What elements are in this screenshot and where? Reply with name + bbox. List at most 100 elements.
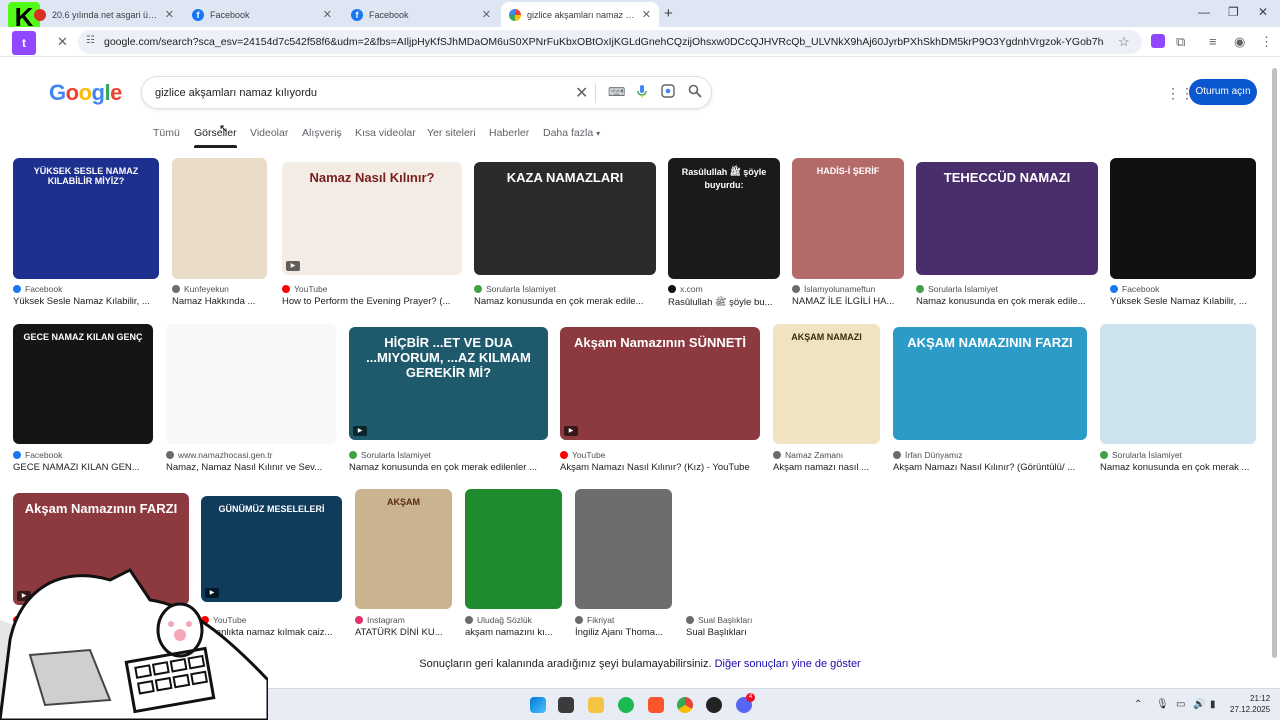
result-thumbnail[interactable]: HADİS-İ ŞERİF [792,158,904,279]
result-thumbnail[interactable]: AKŞAM NAMAZI [773,324,880,444]
result-source[interactable]: Kunfeyekun [172,284,229,294]
new-tab-button[interactable]: + [664,5,673,22]
result-source[interactable]: YouTube [560,450,605,460]
microphone-icon[interactable] [636,84,648,101]
result-thumbnail[interactable] [172,158,267,279]
result-source[interactable]: YouTube [282,284,327,294]
result-caption[interactable]: Rasûlullah ﷺ şöyle bu... [668,296,772,310]
result-caption[interactable]: Namaz konusunda en çok merak edile... [474,296,644,307]
result-caption[interactable]: NAMAZ İLE İLGİLİ HA... [792,296,894,307]
result-thumbnail[interactable] [465,489,562,609]
result-source[interactable]: Namaz Zamanı [773,450,843,460]
chrome-icon[interactable] [677,697,693,713]
tab-videos[interactable]: Videolar [250,127,288,139]
result-thumbnail[interactable]: Namaz Nasıl Kılınır? ▶ [282,162,462,275]
result-source[interactable]: Facebook [13,284,62,294]
result-source[interactable]: Instagram [355,615,405,625]
result-caption[interactable]: How to Perform the Evening Prayer? (... [282,296,450,307]
result-thumbnail[interactable]: YÜKSEK SESLE NAMAZ KILABİLİR MİYİZ? [13,158,159,279]
search-box[interactable]: gizlice akşamları namaz kılıyordu ✕ ⌨ [141,76,712,109]
result-thumbnail[interactable]: KAZA NAMAZLARI [474,162,656,275]
result-caption[interactable]: Namaz konusunda en çok merak edilenler .… [349,462,537,473]
result-source[interactable]: Facebook [1110,284,1159,294]
result-source[interactable]: x.com [668,284,703,294]
result-caption[interactable]: Akşam Namazı Nasıl Kılınır? (Kız) - YouT… [560,462,750,473]
lens-camera-icon[interactable] [661,84,675,101]
result-caption[interactable]: İngiliz Ajanı Thoma... [575,627,663,638]
result-source[interactable]: İslamyolunameftun [792,284,875,294]
result-source[interactable]: www.namazhocasi.gen.tr [166,450,273,460]
result-thumbnail[interactable] [575,489,672,609]
keyboard-icon[interactable]: ⌨ [608,85,625,99]
media-control-icon[interactable]: ≡ [1209,34,1217,49]
result-caption[interactable]: Akşam Namazı Nasıl Kılınır? (Görüntülü/ … [893,462,1075,473]
search-query-text[interactable]: gizlice akşamları namaz kılıyordu [155,87,317,99]
result-source[interactable]: Uludağ Sözlük [465,615,532,625]
result-caption[interactable]: akşam namazını kı... [465,627,553,638]
tab-web-sites[interactable]: Yer siteleri [427,127,476,139]
result-source[interactable]: Sorularla İslamiyet [349,450,431,460]
result-thumbnail[interactable]: Akşam Namazının SÜNNETİ ▶ [560,327,760,440]
result-thumbnail[interactable] [166,324,336,444]
close-window-icon[interactable]: ✕ [1258,5,1268,19]
result-source[interactable]: Sorularla İslamiyet [474,284,556,294]
tab-2[interactable]: f Facebook ✕ [184,2,340,27]
result-caption[interactable]: Namaz konusunda en çok merak edile... [916,296,1086,307]
result-source[interactable]: Fikriyat [575,615,614,625]
tab-4-active[interactable]: gizlice akşamları namaz kılıyord ✕ [501,2,659,27]
tab-shopping[interactable]: Alışveriş [302,127,342,139]
volume-icon[interactable]: 🔊 [1193,699,1205,710]
result-caption[interactable]: GECE NAMAZI KILAN GEN... [13,462,140,473]
spotify-icon[interactable] [618,697,634,713]
result-caption[interactable]: Namaz, Namaz Nasıl Kılınır ve Sev... [166,462,322,473]
site-info-icon[interactable]: ☷ [86,35,95,46]
maximize-icon[interactable]: ❐ [1228,5,1239,19]
show-more-results-link[interactable]: Diğer sonuçları yine de göster [715,658,861,670]
tab-more[interactable]: Daha fazla ▾ [543,127,600,139]
close-tab-icon[interactable]: ✕ [323,8,332,21]
tab-images[interactable]: Görseller [194,127,237,148]
tab-3[interactable]: f Facebook ✕ [343,2,499,27]
result-caption[interactable]: Yüksek Sesle Namaz Kılabilir, ... [1110,296,1247,307]
google-logo[interactable]: Google [49,80,122,106]
result-source[interactable]: Sorularla İslamiyet [916,284,998,294]
minimize-icon[interactable]: — [1198,5,1210,19]
result-caption[interactable]: Akşam namazı nasıl ... [773,462,869,473]
sign-in-button[interactable]: Oturum açın [1189,79,1257,105]
bookmark-star-icon[interactable]: ☆ [1118,34,1130,50]
result-source[interactable]: Sual Başlıkları [686,615,752,625]
address-bar[interactable]: ☷ google.com/search?sca_esv=24154d7c542f… [78,30,1142,54]
network-icon[interactable]: ▭ [1176,699,1185,710]
close-tab-icon[interactable]: ✕ [642,8,651,21]
result-thumbnail[interactable]: Rasûlullah ﷺ şöyle buyurdu: [668,158,780,279]
result-caption[interactable]: Sual Başlıkları [686,627,747,638]
result-thumbnail[interactable]: AKŞAM [355,489,452,609]
search-icon[interactable] [688,84,702,101]
tab-news[interactable]: Haberler [489,127,529,139]
result-caption[interactable]: Namaz konusunda en çok merak ... [1100,462,1249,473]
result-thumbnail[interactable] [1110,158,1256,279]
task-view-icon[interactable] [558,697,574,713]
profile-avatar-icon[interactable]: ◉ [1234,34,1245,50]
result-thumbnail[interactable] [1100,324,1256,444]
close-tab-icon[interactable]: ✕ [165,8,174,21]
brave-browser-icon[interactable] [648,697,664,713]
tab-1[interactable]: 20.6 yılında net asgari ücret 28... ✕ [26,2,182,27]
extension-twitch-icon[interactable] [1151,34,1165,48]
result-source[interactable]: Sorularla İslamiyet [1100,450,1182,460]
tab-short-videos[interactable]: Kısa videolar [355,127,416,139]
result-source[interactable]: İrfan Dünyamız [893,450,963,460]
result-thumbnail[interactable]: TEHECCÜD NAMAZI [916,162,1098,275]
system-clock[interactable]: 21:12 27.12.2025 [1230,693,1270,715]
extensions-puzzle-icon[interactable]: ⧉ [1176,34,1185,50]
obs-studio-icon[interactable] [706,697,722,713]
microphone-tray-icon[interactable]: 🎙 [1156,699,1169,710]
result-caption[interactable]: Namaz Hakkında ... [172,296,255,307]
result-thumbnail[interactable]: AKŞAM NAMAZININ FARZI [893,327,1087,440]
result-thumbnail[interactable]: HİÇBİR ...ET VE DUA ...MIYORUM, ...AZ KI… [349,327,548,440]
result-thumbnail[interactable]: GECE NAMAZ KILAN GENÇ [13,324,153,444]
stop-loading-icon[interactable]: ✕ [57,34,68,50]
file-explorer-icon[interactable] [588,697,604,713]
clear-search-icon[interactable]: ✕ [575,83,588,103]
battery-icon[interactable]: ▮ [1210,699,1216,710]
